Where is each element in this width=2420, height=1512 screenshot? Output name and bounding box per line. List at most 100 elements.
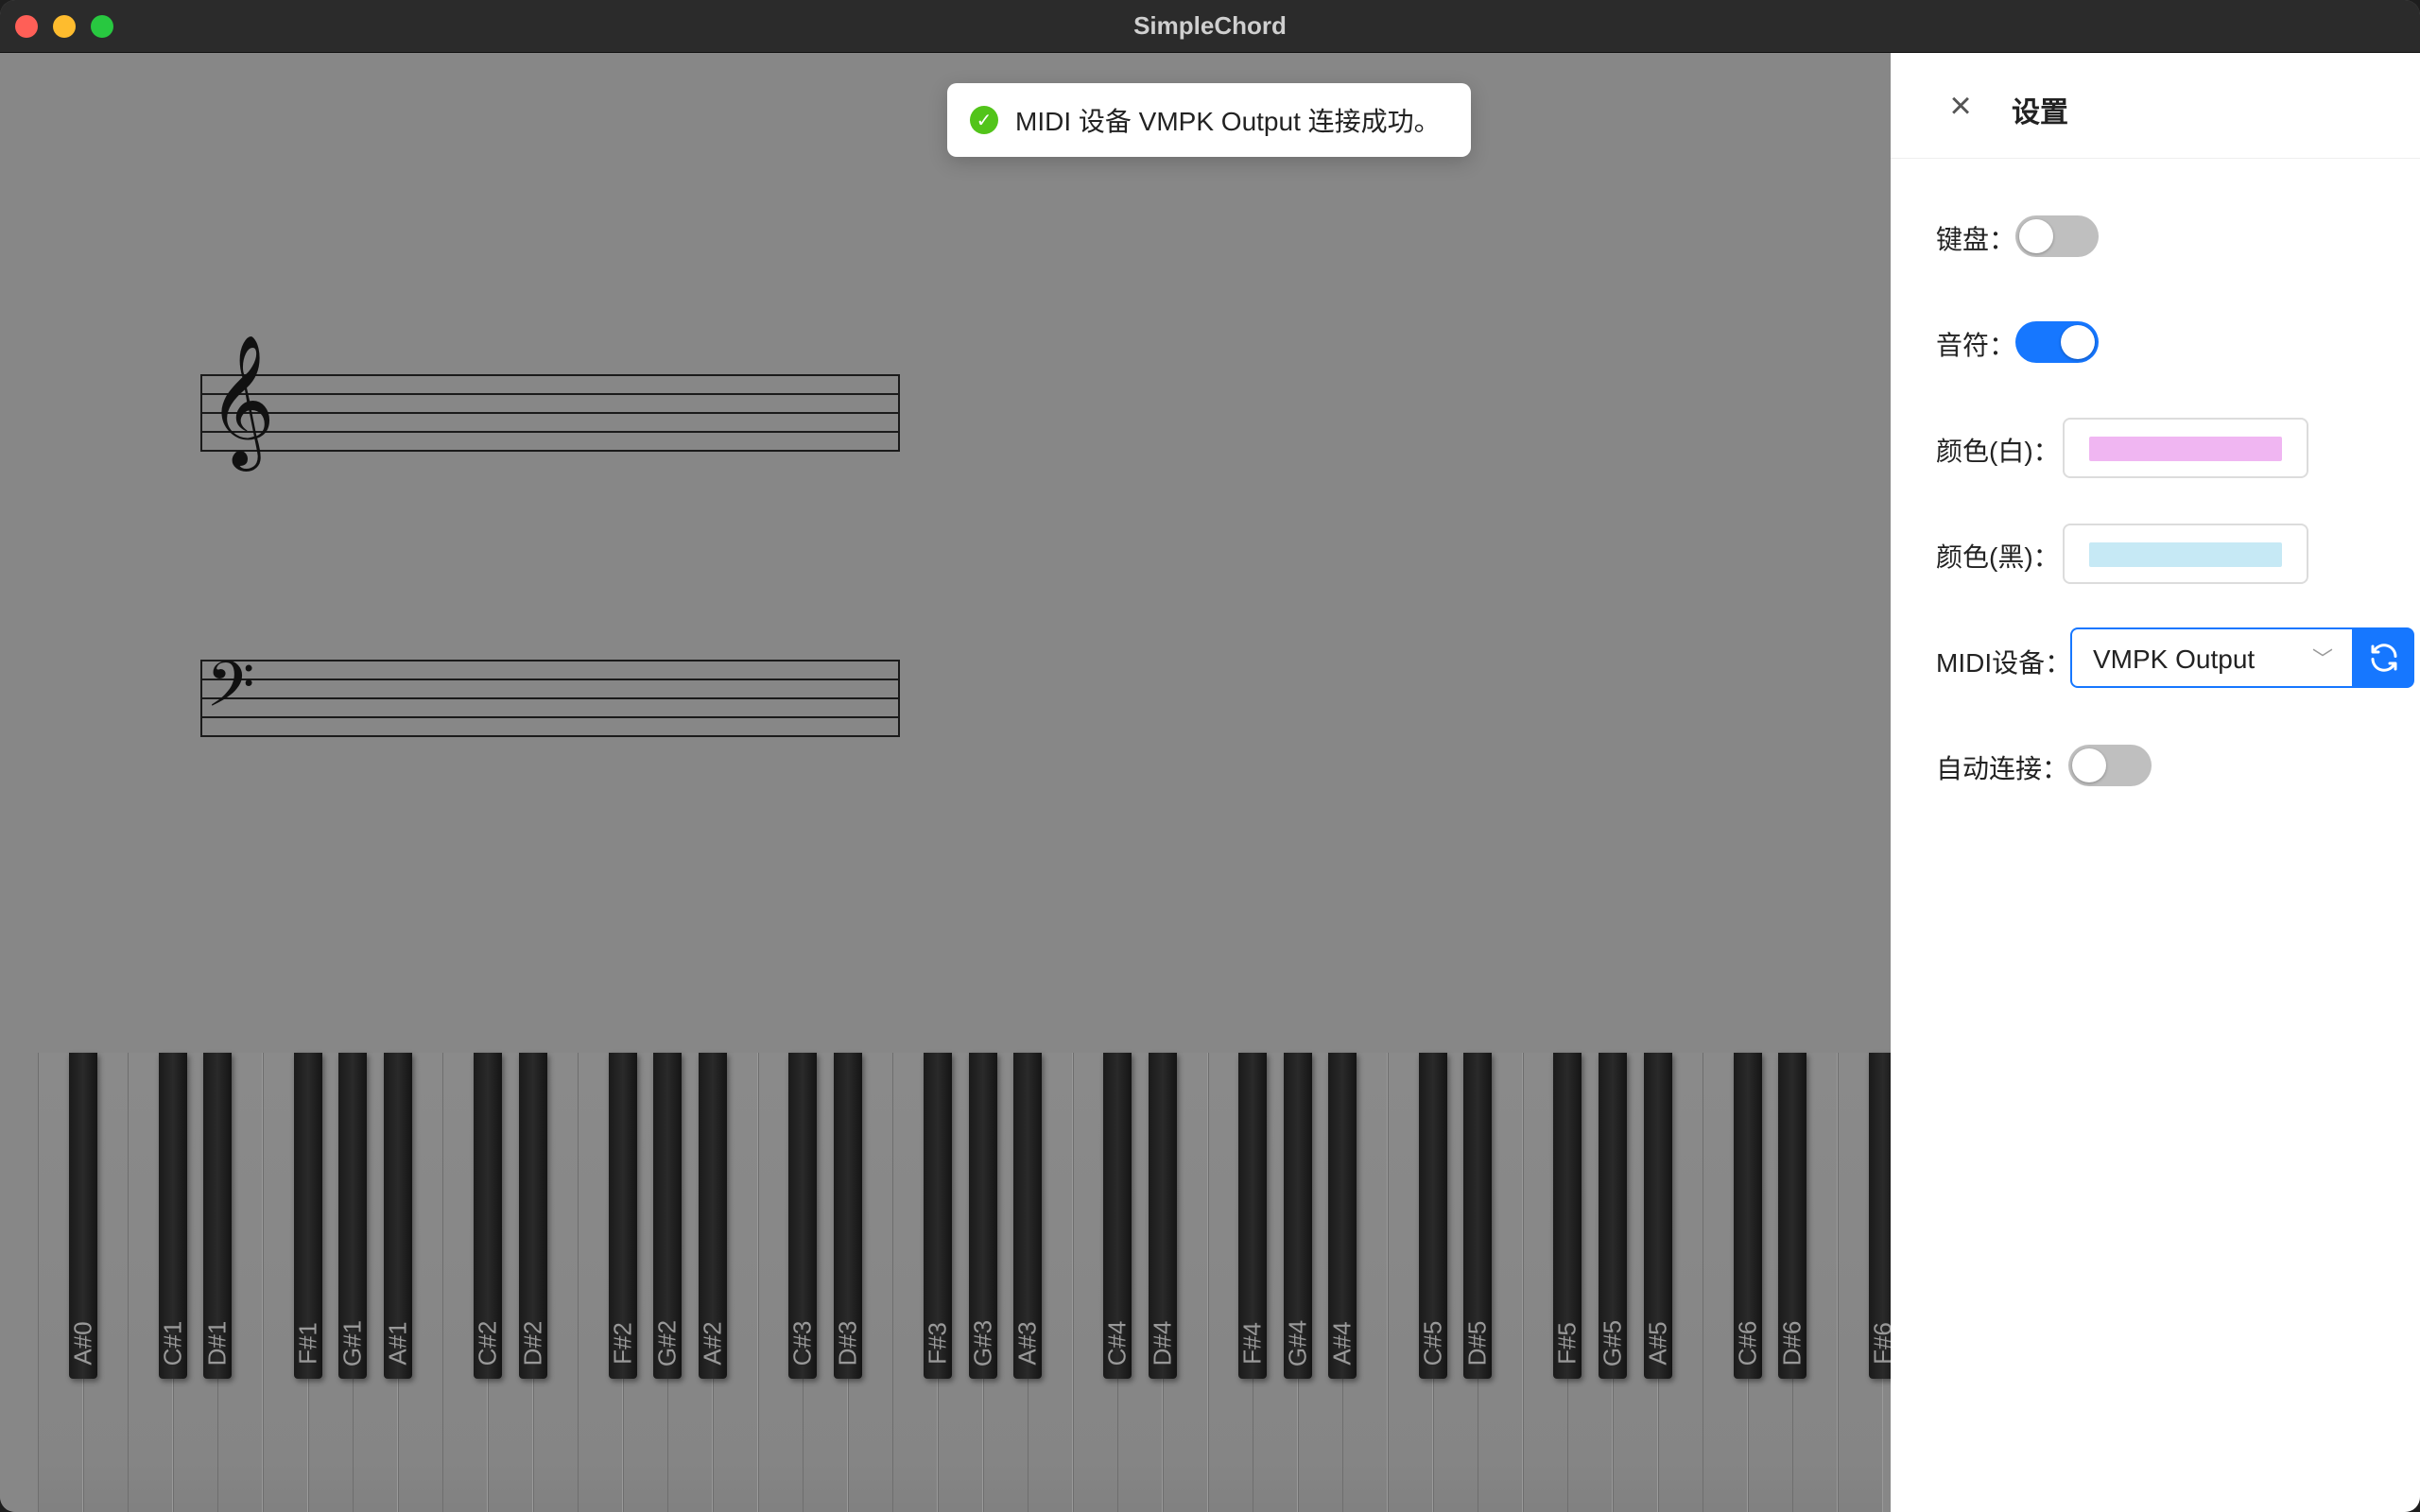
- midi-device-label: MIDI设备：: [1936, 648, 2072, 678]
- close-icon[interactable]: ×: [1944, 87, 1978, 125]
- bass-staff: 𝄢: [200, 648, 900, 737]
- toast-message: MIDI 设备 VMPK Output 连接成功。: [1015, 107, 1441, 136]
- drawer-header: × 设置: [1891, 53, 2420, 159]
- staff-line: [200, 679, 900, 680]
- black-key-label: D#6: [1777, 1320, 1806, 1366]
- black-key-label: F#2: [608, 1322, 637, 1365]
- check-circle-icon: ✓: [970, 106, 998, 134]
- bass-clef-icon: 𝄢: [206, 648, 255, 736]
- title-bar: SimpleChord: [0, 0, 2420, 53]
- black-key-fsharp5[interactable]: F#5: [1553, 1053, 1582, 1379]
- black-key-asharp1[interactable]: A#1: [383, 1053, 412, 1379]
- black-key-csharp6[interactable]: C#6: [1733, 1053, 1762, 1379]
- staff-line: [200, 450, 900, 452]
- main-content: 𝄞 𝄢 A0B0C1D1E1F1G1A1B1C2D2E2F2G2A2B2C3D3…: [0, 53, 1897, 1512]
- black-key-asharp2[interactable]: A#2: [699, 1053, 727, 1379]
- black-key-asharp4[interactable]: A#4: [1328, 1053, 1357, 1379]
- black-key-gsharp3[interactable]: G#3: [968, 1053, 997, 1379]
- black-key-label: D#5: [1462, 1320, 1492, 1366]
- black-key-gsharp2[interactable]: G#2: [652, 1053, 683, 1379]
- black-key-asharp3[interactable]: A#3: [1012, 1053, 1043, 1379]
- black-key-label: D#2: [518, 1320, 547, 1366]
- refresh-icon: [2371, 644, 2397, 672]
- drawer-title: 设置: [2012, 97, 2068, 129]
- staff-barline: [898, 660, 900, 737]
- black-key-label: A#2: [698, 1321, 727, 1366]
- black-key-dsharp2[interactable]: D#2: [518, 1053, 547, 1379]
- black-key-csharp1[interactable]: C#1: [158, 1053, 187, 1379]
- staff-line: [200, 716, 900, 718]
- black-key-fsharp2[interactable]: F#2: [608, 1053, 637, 1379]
- toggle-knob: [2019, 219, 2053, 253]
- staff-line: [200, 393, 900, 395]
- window-title: SimpleChord: [1133, 11, 1287, 40]
- staff-line: [200, 412, 900, 414]
- black-key-label: C#6: [1733, 1320, 1762, 1366]
- auto-connect-label: 自动连接：: [1936, 754, 2069, 783]
- keyboard-label: 键盘：: [1936, 225, 2016, 254]
- black-key-label: G#2: [652, 1319, 682, 1367]
- black-key-csharp2[interactable]: C#2: [474, 1053, 502, 1379]
- black-key-label: F#4: [1237, 1322, 1267, 1365]
- toggle-knob: [2072, 748, 2106, 782]
- black-key-label: C#3: [787, 1320, 817, 1366]
- black-key-label: A#0: [68, 1321, 97, 1366]
- black-key-gsharp5[interactable]: G#5: [1599, 1053, 1627, 1379]
- notes-label: 音符：: [1936, 331, 2016, 360]
- chevron-down-icon: ﹀: [2311, 647, 2333, 671]
- color-white-swatch: [2089, 437, 2282, 461]
- black-key-asharp0[interactable]: A#0: [68, 1053, 97, 1379]
- staff-barline: [898, 374, 900, 452]
- staff-line: [200, 735, 900, 737]
- color-black-swatch: [2089, 542, 2282, 567]
- black-key-label: C#1: [158, 1320, 187, 1366]
- auto-connect-toggle[interactable]: [2068, 745, 2152, 786]
- black-key-label: G#3: [968, 1319, 997, 1367]
- black-key-label: C#5: [1418, 1320, 1447, 1366]
- color-black-picker[interactable]: [2063, 524, 2308, 584]
- black-key-fsharp3[interactable]: F#3: [924, 1053, 952, 1379]
- black-key-label: C#4: [1102, 1320, 1132, 1366]
- toggle-knob: [2061, 325, 2095, 359]
- black-key-label: D#3: [833, 1320, 862, 1366]
- black-key-dsharp5[interactable]: D#5: [1462, 1053, 1493, 1379]
- black-key-dsharp1[interactable]: D#1: [202, 1053, 233, 1379]
- black-key-label: F#3: [923, 1322, 952, 1365]
- black-key-asharp5[interactable]: A#5: [1643, 1053, 1672, 1379]
- notes-toggle[interactable]: [2015, 321, 2099, 363]
- treble-clef-icon: 𝄞: [208, 335, 275, 466]
- black-key-csharp4[interactable]: C#4: [1103, 1053, 1132, 1379]
- black-key-gsharp4[interactable]: G#4: [1283, 1053, 1312, 1379]
- staff-line: [200, 660, 900, 662]
- black-key-csharp5[interactable]: C#5: [1418, 1053, 1447, 1379]
- keyboard-toggle[interactable]: [2015, 215, 2099, 257]
- app-window: SimpleChord 𝄞 𝄢 A0B0C1D1E1F1G1A1B1C2D2E: [0, 0, 2420, 1512]
- connection-toast: ✓ MIDI 设备 VMPK Output 连接成功。: [947, 83, 1471, 157]
- refresh-button[interactable]: [2354, 627, 2414, 688]
- midi-device-select[interactable]: VMPK Output ﹀: [2070, 627, 2354, 688]
- staff-barline: [200, 374, 202, 452]
- black-key-label: C#2: [473, 1320, 502, 1366]
- black-key-fsharp1[interactable]: F#1: [293, 1053, 322, 1379]
- color-white-picker[interactable]: [2063, 418, 2308, 478]
- black-key-gsharp1[interactable]: G#1: [338, 1053, 368, 1379]
- black-key-label: A#3: [1012, 1321, 1042, 1366]
- black-key-label: A#1: [383, 1321, 412, 1366]
- staff-line: [200, 431, 900, 433]
- black-key-label: D#4: [1148, 1320, 1177, 1366]
- black-key-dsharp4[interactable]: D#4: [1149, 1053, 1177, 1379]
- staff-line: [200, 374, 900, 376]
- black-key-label: G#5: [1598, 1319, 1627, 1367]
- piano-keyboard: A0B0C1D1E1F1G1A1B1C2D2E2F2G2A2B2C3D3E3F3…: [38, 1053, 1897, 1512]
- black-key-label: A#5: [1643, 1321, 1672, 1366]
- settings-drawer: × 设置 键盘： 音符： 颜色(白)： 颜色(黑)： MIDI设备： VMPK …: [1891, 53, 2420, 1512]
- black-key-label: F#5: [1552, 1322, 1582, 1365]
- black-key-csharp3[interactable]: C#3: [787, 1053, 818, 1379]
- black-key-fsharp4[interactable]: F#4: [1237, 1053, 1268, 1379]
- black-key-label: D#1: [202, 1320, 232, 1366]
- color-black-label: 颜色(黑)：: [1936, 542, 2060, 572]
- black-key-dsharp3[interactable]: D#3: [833, 1053, 862, 1379]
- staff-barline: [200, 660, 202, 737]
- black-key-dsharp6[interactable]: D#6: [1777, 1053, 1807, 1379]
- color-white-label: 颜色(白)：: [1936, 437, 2060, 466]
